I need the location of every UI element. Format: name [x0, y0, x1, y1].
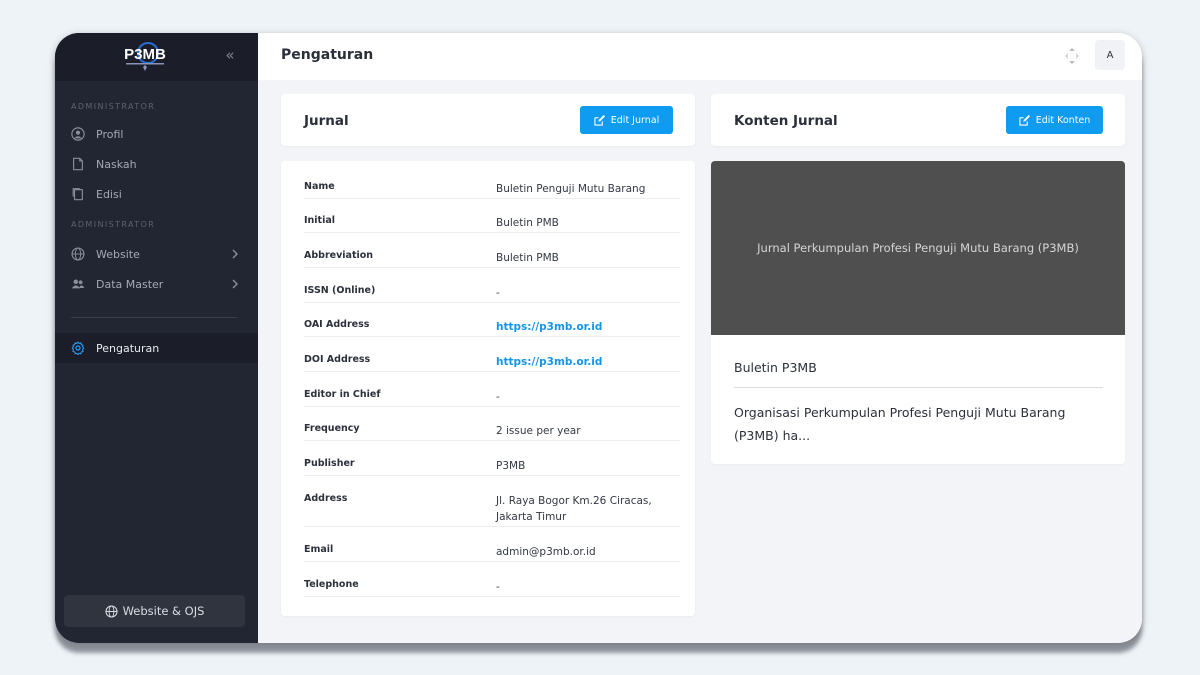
journal-banner: Jurnal Perkumpulan Profesi Penguji Mutu …	[711, 161, 1125, 335]
sidebar-item-edisi[interactable]: Edisi	[55, 179, 258, 209]
chevron-right-icon	[232, 249, 238, 259]
detail-value: -	[496, 287, 500, 299]
sidebar-item-label: Website	[96, 247, 140, 261]
jurnal-details-card: Name Buletin Penguji Mutu Barang Initial Bu…	[281, 161, 695, 616]
sidebar-item-label: Data Master	[96, 277, 164, 291]
users-icon	[70, 276, 86, 292]
edit-icon	[594, 114, 605, 126]
detail-link[interactable]: https://p3mb.or.id	[496, 319, 680, 335]
jurnal-title: Jurnal	[304, 113, 349, 129]
detail-value: -	[496, 391, 500, 403]
detail-row: ISSN (Online) -	[304, 285, 680, 303]
detail-key: Editor in Chief	[304, 389, 381, 400]
sidebar-item-label: Profil	[96, 127, 124, 141]
detail-value: Jl. Raya Bogor Km.26 Ciracas, Jakarta Ti…	[496, 495, 652, 523]
gear-icon	[70, 340, 86, 356]
detail-key: DOI Address	[304, 354, 371, 365]
logo-text: P3MB	[124, 46, 166, 63]
user-circle-icon	[70, 126, 86, 142]
sidebar-header: P3MB «	[55, 33, 258, 81]
app-window: P3MB « ADMINISTRATOR Profil Naskah Edisi…	[55, 33, 1142, 643]
konten-header-card: Konten Jurnal Edit Konten	[711, 94, 1125, 146]
detail-value: P3MB	[496, 460, 526, 472]
detail-row: DOI Address https://p3mb.or.id	[304, 354, 680, 372]
detail-value: 2 issue per year	[496, 425, 581, 437]
detail-row: Address Jl. Raya Bogor Km.26 Ciracas, Jak…	[304, 493, 680, 527]
content-divider	[734, 387, 1103, 388]
sidebar: P3MB « ADMINISTRATOR Profil Naskah Edisi…	[55, 33, 258, 643]
website-ojs-label: Website & OJS	[122, 604, 205, 618]
edit-jurnal-label: Edit Jurnal	[610, 114, 660, 126]
detail-row: Frequency 2 issue per year	[304, 423, 680, 441]
expand-arrows-icon[interactable]	[1064, 47, 1080, 65]
banner-text: Jurnal Perkumpulan Profesi Penguji Mutu …	[757, 241, 1079, 255]
detail-key: Initial	[304, 215, 336, 226]
sidebar-item-data-master[interactable]: Data Master	[55, 269, 258, 299]
edit-konten-label: Edit Konten	[1035, 114, 1091, 126]
detail-key: Address	[304, 493, 348, 504]
detail-row: Publisher P3MB	[304, 458, 680, 476]
detail-key: ISSN (Online)	[304, 285, 376, 296]
detail-row: Name Buletin Penguji Mutu Barang	[304, 181, 680, 199]
edit-icon	[1019, 114, 1030, 126]
detail-key: OAI Address	[304, 319, 370, 330]
edit-jurnal-button[interactable]: Edit Jurnal	[580, 106, 673, 134]
sidebar-item-label: Pengaturan	[96, 341, 160, 355]
edit-konten-button[interactable]: Edit Konten	[1006, 106, 1103, 134]
p3mb-logo[interactable]: P3MB	[121, 39, 169, 77]
konten-content-card: Jurnal Perkumpulan Profesi Penguji Mutu …	[711, 161, 1125, 464]
sidebar-item-label: Edisi	[96, 187, 122, 201]
section-label-administrator-2: ADMINISTRATOR	[71, 220, 156, 229]
detail-key: Publisher	[304, 458, 355, 469]
sidebar-item-label: Naskah	[96, 157, 137, 171]
globe-icon	[70, 246, 86, 262]
topbar: Pengaturan A	[258, 33, 1142, 80]
detail-key: Telephone	[304, 579, 359, 590]
detail-row: Telephone -	[304, 579, 680, 597]
detail-key: Email	[304, 544, 334, 555]
detail-key: Name	[304, 181, 335, 192]
detail-value: admin@p3mb.or.id	[496, 546, 596, 558]
detail-row: Editor in Chief -	[304, 389, 680, 407]
sidebar-item-profil[interactable]: Profil	[55, 119, 258, 149]
detail-key: Abbreviation	[304, 250, 374, 261]
content-description: Organisasi Perkumpulan Profesi Penguji M…	[734, 405, 1066, 443]
detail-row: Abbreviation Buletin PMB	[304, 250, 680, 268]
website-ojs-button[interactable]: Website & OJS	[64, 595, 245, 627]
sidebar-divider	[71, 317, 237, 318]
content-name: Buletin P3MB	[734, 360, 817, 375]
sidebar-item-website[interactable]: Website	[55, 239, 258, 269]
collapse-sidebar-icon[interactable]: «	[221, 46, 239, 64]
detail-row: OAI Address https://p3mb.or.id	[304, 319, 680, 337]
page-title: Pengaturan	[281, 47, 374, 63]
section-label-administrator: ADMINISTRATOR	[71, 102, 156, 111]
detail-key: Frequency	[304, 423, 360, 434]
konten-title: Konten Jurnal	[734, 113, 838, 129]
detail-row: Email admin@p3mb.or.id	[304, 544, 680, 562]
globe-icon	[105, 604, 118, 618]
sidebar-item-naskah[interactable]: Naskah	[55, 149, 258, 179]
chevron-right-icon	[232, 279, 238, 289]
detail-value: Buletin Penguji Mutu Barang	[496, 183, 646, 195]
detail-value: Buletin PMB	[496, 252, 559, 264]
detail-row: Initial Buletin PMB	[304, 215, 680, 233]
detail-value: Buletin PMB	[496, 217, 559, 229]
copy-icon	[70, 186, 86, 202]
document-icon	[70, 156, 86, 172]
detail-value: -	[496, 581, 500, 593]
sidebar-item-pengaturan[interactable]: Pengaturan	[55, 333, 258, 363]
jurnal-header-card: Jurnal Edit Jurnal	[281, 94, 695, 146]
detail-link[interactable]: https://p3mb.or.id	[496, 354, 680, 370]
avatar[interactable]: A	[1095, 40, 1125, 70]
